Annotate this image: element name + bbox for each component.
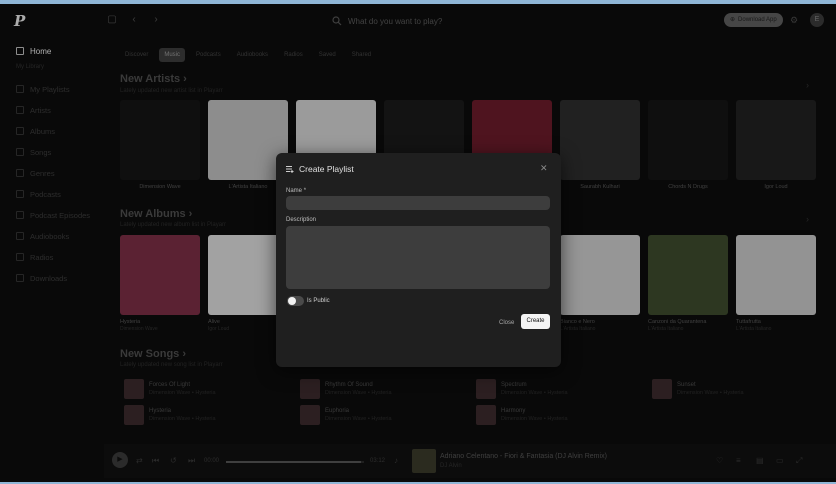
description-field[interactable]: [286, 226, 550, 289]
description-label: Description: [286, 217, 317, 223]
playlist-add-icon: [286, 166, 294, 173]
close-icon[interactable]: ✕: [540, 164, 549, 173]
toggle-knob: [288, 297, 296, 305]
close-button[interactable]: Close: [495, 316, 518, 330]
dialog-title: Create Playlist: [299, 164, 354, 174]
name-label: Name *: [286, 188, 307, 194]
create-button[interactable]: Create: [521, 314, 550, 329]
app-window: P ▢ ‹ › What do you want to play? ⊕ Down…: [0, 4, 836, 482]
create-playlist-dialog: Create Playlist ✕ Name * Description Is …: [276, 153, 561, 367]
dialog-header: Create Playlist: [286, 164, 354, 174]
name-field[interactable]: [286, 196, 550, 210]
is-public-label: Is Public: [307, 298, 330, 304]
is-public-toggle[interactable]: [287, 296, 304, 306]
